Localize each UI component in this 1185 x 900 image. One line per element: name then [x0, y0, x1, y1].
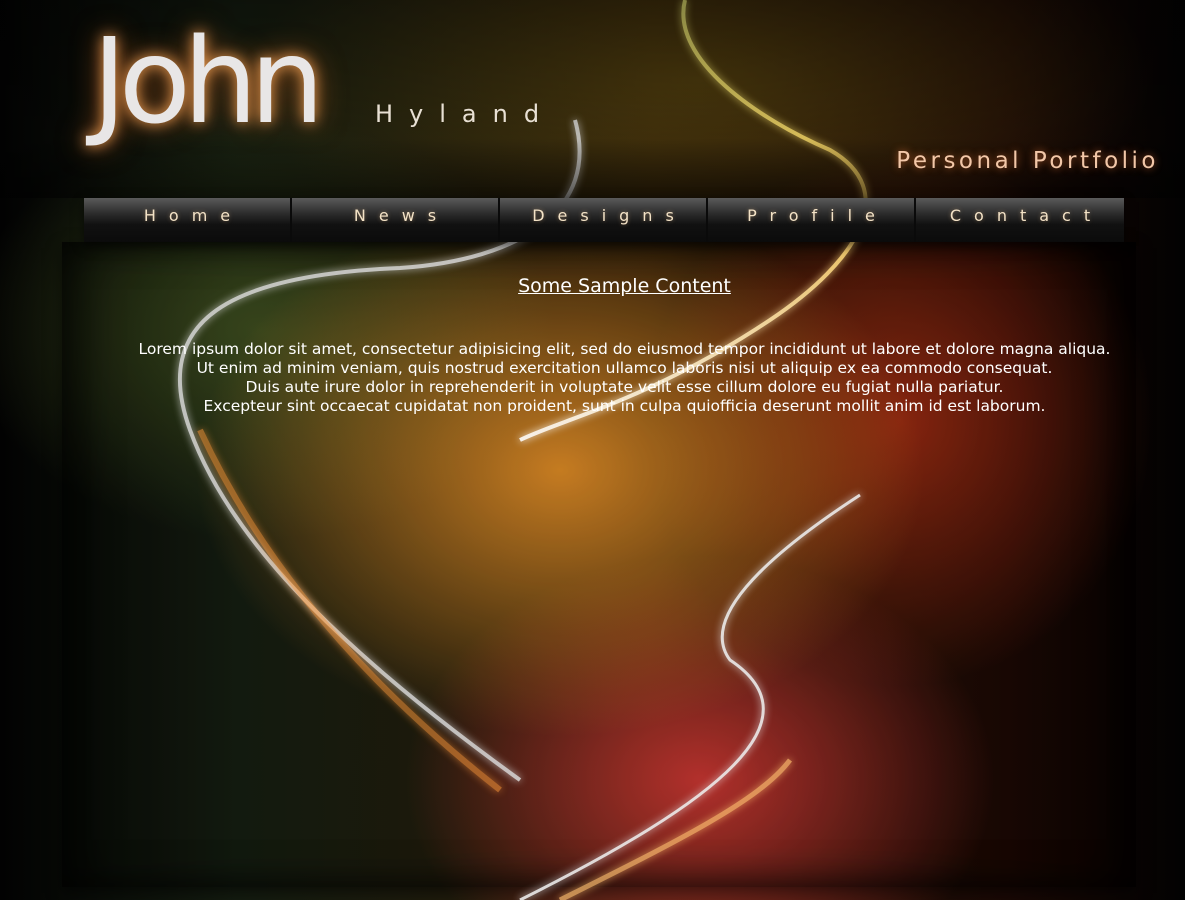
content-panel	[62, 242, 1136, 887]
paragraph-line: Excepteur sint occaecat cupidatat non pr…	[203, 397, 1046, 415]
nav-item-label: News	[353, 206, 450, 225]
content-heading: Some Sample Content	[518, 275, 731, 297]
paragraph-line: Duis aute irure dolor in reprehenderit i…	[245, 378, 1004, 396]
nav-item-contact[interactable]: Contact	[916, 198, 1124, 242]
header: John Hyland Personal Portfolio	[0, 0, 1185, 198]
logo-last-name: Hyland	[375, 100, 556, 128]
nav-item-label: Profile	[747, 206, 888, 225]
nav-item-label: Designs	[532, 206, 687, 225]
page-background: John Hyland Personal Portfolio Home News…	[0, 0, 1185, 900]
main-nav: Home News Designs Profile Contact	[84, 198, 1124, 242]
nav-item-news[interactable]: News	[292, 198, 500, 242]
paragraph-line: Ut enim ad minim veniam, quis nostrud ex…	[196, 359, 1053, 377]
nav-item-home[interactable]: Home	[84, 198, 292, 242]
tagline: Personal Portfolio	[896, 148, 1159, 174]
nav-item-designs[interactable]: Designs	[500, 198, 708, 242]
nav-item-profile[interactable]: Profile	[708, 198, 916, 242]
paragraph-line: Lorem ipsum dolor sit amet, consectetur …	[138, 340, 1111, 358]
nav-item-label: Contact	[949, 206, 1104, 225]
content-paragraph: Lorem ipsum dolor sit amet, consectetur …	[62, 340, 1185, 416]
logo-first-name: John	[92, 12, 325, 150]
nav-item-label: Home	[143, 206, 244, 225]
